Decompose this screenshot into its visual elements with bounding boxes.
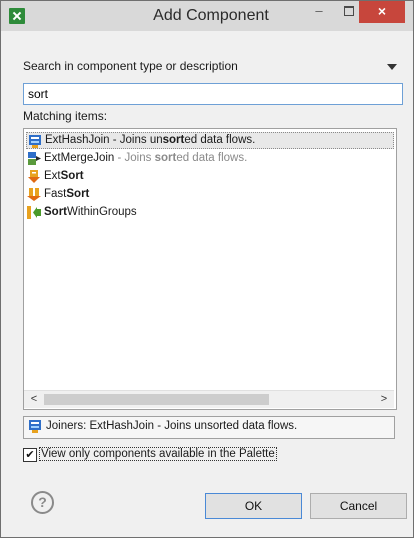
item-name-text: ExtMergeJoin [44,152,115,164]
item-desc-text: - Joins [114,152,155,164]
matching-items-list[interactable]: ExtHashJoin - Joins unsorted data flows.… [23,128,397,410]
help-icon[interactable]: ? [31,491,54,514]
list-item-exthashjoin[interactable]: ExtHashJoin - Joins unsorted data flows. [26,132,394,149]
item-name-text: WithinGroups [67,206,137,218]
match-highlight: Sort [44,206,67,218]
joiner-icon [29,420,41,433]
item-desc-text: ed data flows. [176,152,248,164]
match-highlight: sort [154,152,177,164]
joiner-icon [29,135,41,148]
list-item-sortwithingroups[interactable]: SortWithinGroups [26,204,392,221]
title-bar: Add Component – × [1,1,413,31]
search-input[interactable] [23,83,403,105]
matching-items-label: Matching items: [23,109,108,123]
list-item-extmergejoin[interactable]: ExtMergeJoin - Joins sorted data flows. [26,150,392,167]
match-highlight: sort [162,134,185,146]
list-item-fastsort[interactable]: FastSort [26,186,392,203]
window-title: Add Component [153,7,269,24]
item-name-text: ExtHashJoin - Joins un [45,134,163,146]
item-name-text: Fast [44,188,67,200]
ok-button[interactable]: OK [205,493,302,519]
maximize-icon [344,5,354,16]
scroll-left-icon[interactable]: < [26,391,42,408]
sort-within-groups-icon [27,206,41,219]
search-options-dropdown-icon[interactable] [387,64,397,70]
scroll-right-icon[interactable]: > [376,391,392,408]
search-label: Search in component type or description [23,59,238,73]
sort-icon [28,170,40,183]
palette-filter-label[interactable]: View only components available in the Pa… [39,447,277,461]
minimize-button[interactable]: – [304,1,334,23]
palette-filter-checkbox[interactable]: ✔ [23,448,37,462]
list-item-extsort[interactable]: ExtSort [26,168,392,185]
sort-icon [27,188,41,201]
match-highlight: Sort [66,188,90,200]
item-name-text: Ext [44,170,61,182]
horizontal-scrollbar[interactable]: < > [24,390,394,408]
merge-join-icon [28,152,41,165]
match-highlight: Sort [60,170,84,182]
app-icon [9,8,25,24]
selection-info-text: Joiners: ExtHashJoin - Joins unsorted da… [46,420,298,432]
add-component-dialog: Add Component – × Search in component ty… [0,0,414,538]
close-button[interactable]: × [359,1,405,23]
scroll-thumb[interactable] [44,394,269,405]
selection-info-bar: Joiners: ExtHashJoin - Joins unsorted da… [23,416,395,439]
item-desc-text: ed data flows. [184,134,256,146]
cancel-button[interactable]: Cancel [310,493,407,519]
